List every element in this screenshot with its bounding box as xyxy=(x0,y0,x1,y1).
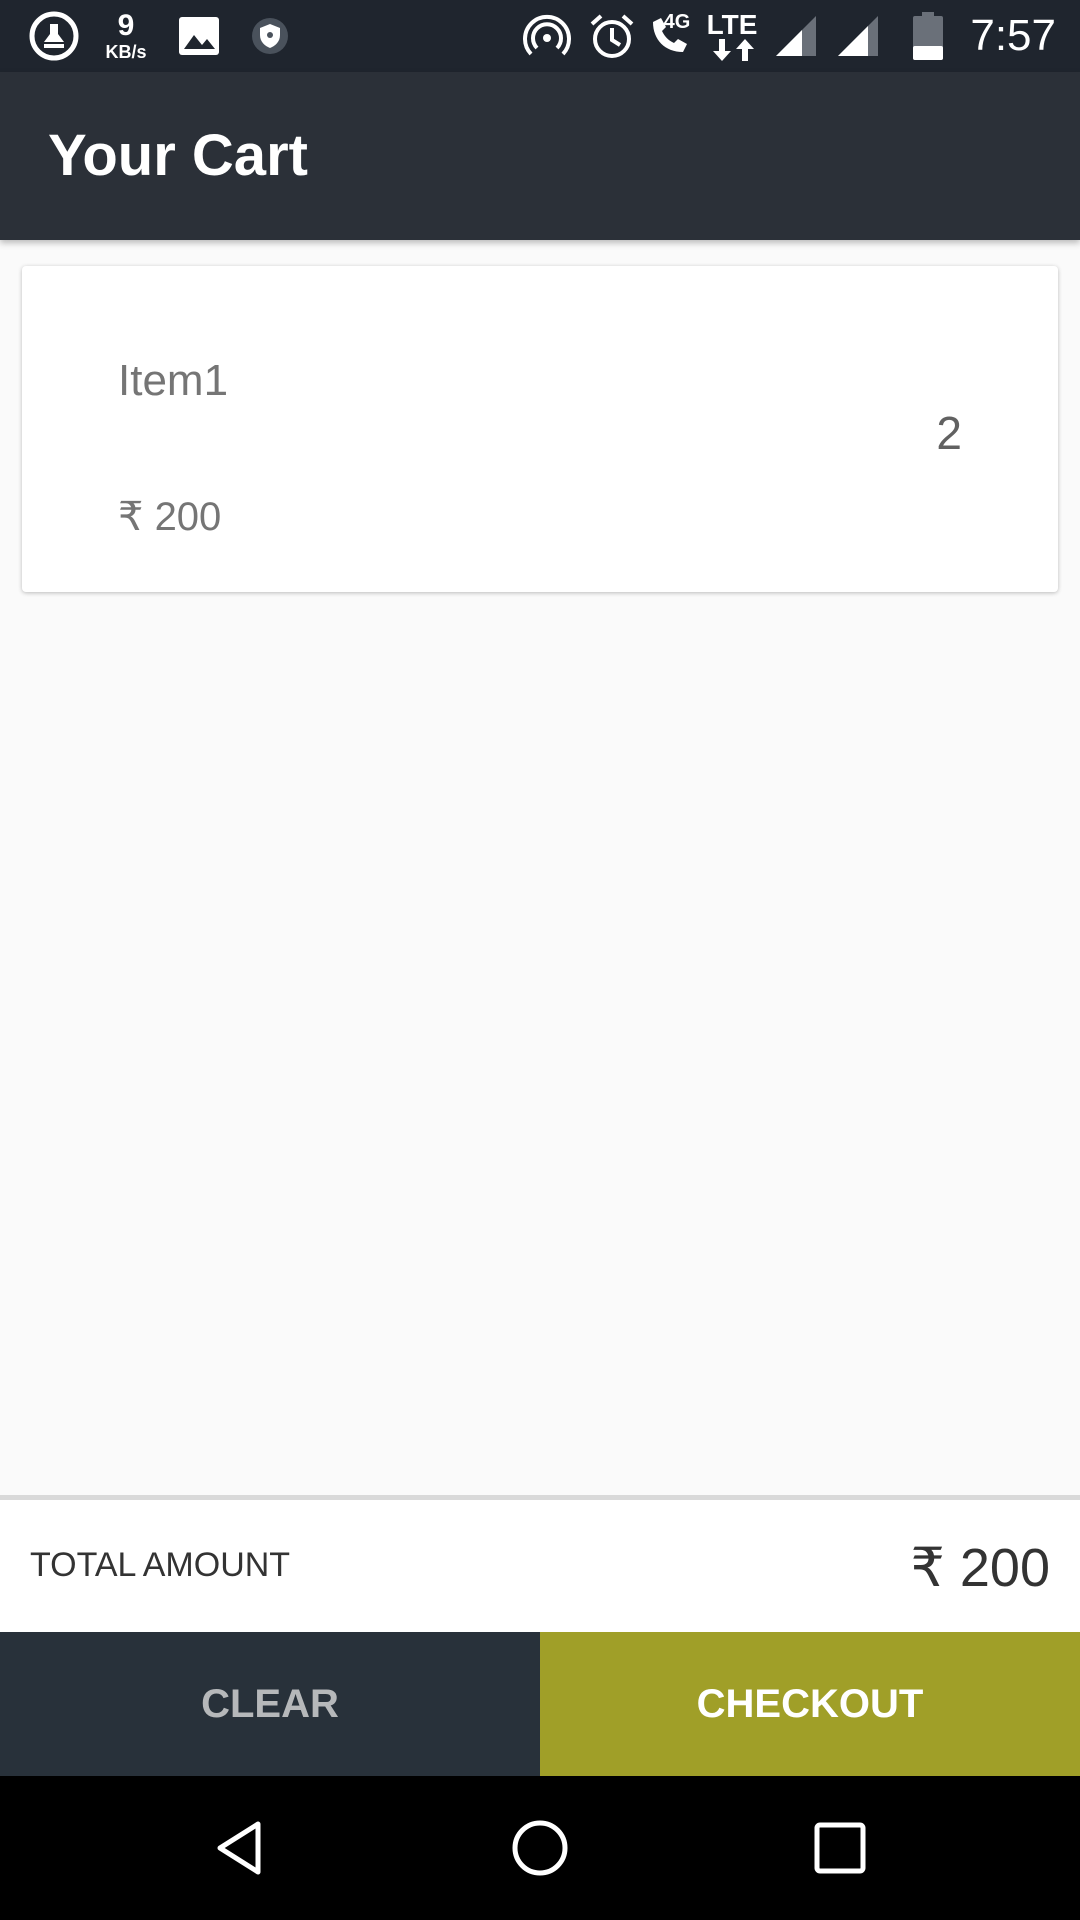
lte-indicator: LTE xyxy=(704,0,760,72)
cart-item-card[interactable]: Item1 ₹ 200 2 xyxy=(22,266,1058,592)
signal-icon xyxy=(834,0,882,72)
total-amount-value: ₹ 200 xyxy=(910,1538,1050,1598)
cart-item-price: ₹ 200 xyxy=(118,495,222,539)
cart-list: Item1 ₹ 200 2 xyxy=(0,240,1080,1495)
status-bar: 9 KB/s 4G LTE 7:57 xyxy=(0,0,1080,72)
data-arrows-icon xyxy=(713,39,754,61)
battery-icon xyxy=(910,0,946,72)
network-type-label: 4G xyxy=(663,10,691,33)
cleaner-icon xyxy=(26,0,82,72)
back-icon[interactable] xyxy=(190,1798,290,1898)
net-speed-value: 9 xyxy=(117,9,135,42)
recents-icon[interactable] xyxy=(790,1798,890,1898)
checkout-button[interactable]: CHECKOUT xyxy=(540,1632,1080,1776)
image-icon xyxy=(178,0,220,72)
page-title: Your Cart xyxy=(48,123,308,188)
alarm-icon xyxy=(588,0,636,72)
total-amount-label: TOTAL AMOUNT xyxy=(30,1546,291,1584)
app-bar: Your Cart xyxy=(0,72,1080,240)
navigation-bar xyxy=(0,1776,1080,1920)
net-speed-unit: KB/s xyxy=(105,42,147,62)
shield-icon xyxy=(248,0,292,72)
total-amount-row: TOTAL AMOUNT ₹ 200 xyxy=(0,1500,1080,1632)
status-time: 7:57 xyxy=(970,11,1056,60)
clear-button[interactable]: CLEAR xyxy=(0,1632,540,1776)
signal-icon xyxy=(772,0,820,72)
hotspot-icon xyxy=(522,0,572,72)
lte-label: LTE xyxy=(706,9,758,40)
cart-item-name: Item1 xyxy=(118,356,229,405)
home-icon[interactable] xyxy=(490,1798,590,1898)
network-speed: 9 KB/s xyxy=(96,0,156,72)
cart-item-quantity: 2 xyxy=(936,407,962,459)
